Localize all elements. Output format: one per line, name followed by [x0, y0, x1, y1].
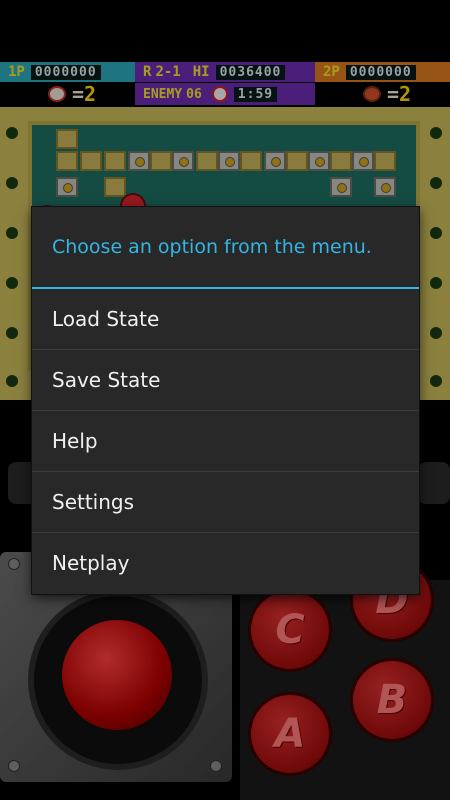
options-menu: Load State Save State Help Settings Netp…: [32, 289, 419, 593]
menu-item-save-state[interactable]: Save State: [32, 349, 419, 410]
options-dialog: Choose an option from the menu. Load Sta…: [32, 207, 419, 594]
dialog-title: Choose an option from the menu.: [52, 236, 372, 258]
menu-item-netplay[interactable]: Netplay: [32, 532, 419, 593]
menu-item-help[interactable]: Help: [32, 410, 419, 471]
menu-item-settings[interactable]: Settings: [32, 471, 419, 532]
menu-item-load-state[interactable]: Load State: [32, 289, 419, 349]
